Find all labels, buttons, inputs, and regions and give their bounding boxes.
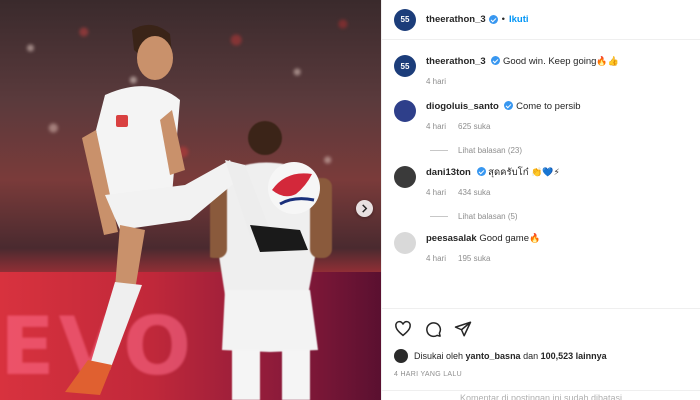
- verified-icon: [504, 101, 514, 110]
- instagram-post-view: EVO: [0, 0, 700, 400]
- commenter-username[interactable]: peesasalak: [426, 233, 477, 244]
- comment-button[interactable]: [424, 320, 442, 338]
- likes-summary: Disukai oleh yanto_basna dan 100,523 lai…: [394, 349, 688, 363]
- separator-dot: •: [501, 14, 505, 25]
- commenter-avatar[interactable]: 55: [394, 55, 416, 77]
- comment-emoji: 🔥: [529, 234, 541, 244]
- chevron-right-icon: [362, 204, 368, 213]
- comment-time[interactable]: 4 hari: [426, 120, 446, 134]
- football: [268, 162, 320, 214]
- author-avatar[interactable]: 55: [394, 8, 416, 31]
- comment-item: diogoluis_santo Come to persib 4 hari 62…: [394, 100, 688, 134]
- commenter-avatar[interactable]: [394, 166, 416, 188]
- post-side-panel: 55 theerathon_3 • Ikuti 55 theerathon_3 …: [381, 0, 700, 400]
- comment-likes[interactable]: 434 suka: [458, 186, 490, 200]
- comment-time[interactable]: 4 hari: [426, 75, 446, 89]
- post-header: 55 theerathon_3 • Ikuti: [382, 0, 700, 40]
- comment-text: Good win. Keep going: [502, 56, 597, 67]
- view-replies-button[interactable]: Lihat balasan (23): [430, 146, 688, 155]
- verified-icon: [476, 167, 486, 176]
- share-icon: [454, 321, 472, 337]
- comment-item: 55 theerathon_3 Good win. Keep going🔥👍 4…: [394, 55, 688, 89]
- comment-emoji: 👏💙⚡: [531, 168, 560, 178]
- comment-time[interactable]: 4 hari: [426, 252, 446, 266]
- comment-item: dani13ton สุดครับโก๋ 👏💙⚡ 4 hari 434 suka: [394, 166, 688, 200]
- verified-icon: [491, 56, 501, 65]
- liker-avatar[interactable]: [394, 349, 408, 363]
- comment-item: peesasalak Good game🔥 4 hari 195 suka: [394, 232, 688, 266]
- post-image[interactable]: EVO: [0, 0, 381, 400]
- comment-time[interactable]: 4 hari: [426, 186, 446, 200]
- comment-emoji: 🔥👍: [596, 57, 619, 67]
- follow-button[interactable]: Ikuti: [509, 14, 529, 25]
- comment-text: สุดครับโก๋: [488, 167, 529, 178]
- commenter-username[interactable]: dani13ton: [426, 167, 471, 178]
- post-actions: Disukai oleh yanto_basna dan 100,523 lai…: [382, 308, 700, 378]
- view-replies-button[interactable]: Lihat balasan (5): [430, 212, 688, 221]
- verified-icon: [488, 15, 498, 24]
- comment-text: Good game: [479, 233, 530, 244]
- comment-text: Come to persib: [516, 101, 581, 112]
- comment-likes[interactable]: 625 suka: [458, 120, 490, 134]
- comment-likes[interactable]: 195 suka: [458, 252, 490, 266]
- commenter-username[interactable]: theerathon_3: [426, 56, 486, 67]
- liker-username[interactable]: yanto_basna: [466, 351, 521, 361]
- next-image-button[interactable]: [356, 200, 373, 217]
- commenter-username[interactable]: diogoluis_santo: [426, 101, 499, 112]
- likes-count[interactable]: 100,523 lainnya: [541, 351, 607, 361]
- author-username[interactable]: theerathon_3: [426, 14, 486, 25]
- commenter-avatar[interactable]: [394, 100, 416, 122]
- comment-icon: [426, 322, 442, 338]
- heart-icon: [395, 320, 411, 337]
- share-button[interactable]: [454, 320, 472, 338]
- like-button[interactable]: [394, 320, 412, 338]
- post-date[interactable]: 4 HARI YANG LALU: [394, 371, 688, 378]
- comments-list[interactable]: 55 theerathon_3 Good win. Keep going🔥👍 4…: [382, 44, 700, 302]
- commenter-avatar[interactable]: [394, 232, 416, 254]
- comments-restricted-notice: Komentar di postingan ini sudah dibatasi: [382, 390, 700, 400]
